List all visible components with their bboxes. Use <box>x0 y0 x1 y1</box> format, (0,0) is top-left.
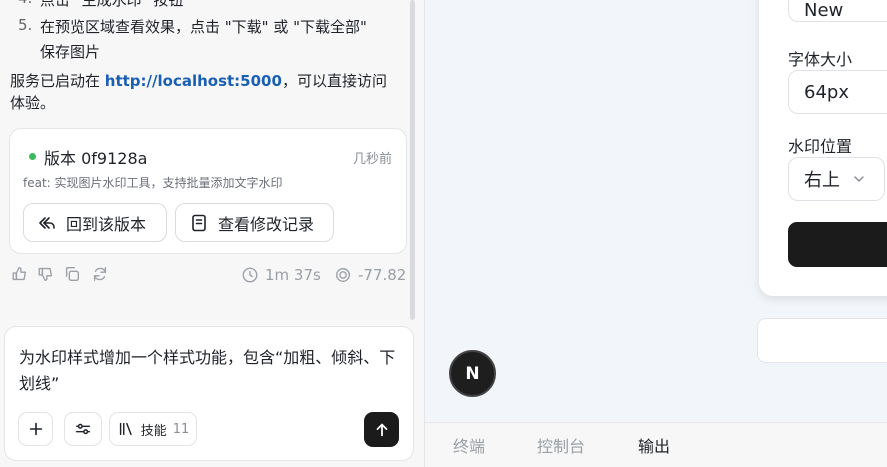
server-suffix: ，可以直接访问 <box>281 72 387 90</box>
server-line2: 体验。 <box>10 94 56 112</box>
send-button[interactable] <box>364 412 399 447</box>
library-icon <box>119 422 132 436</box>
copy-icon[interactable] <box>62 264 82 284</box>
thumbs-down-icon[interactable] <box>36 264 56 284</box>
document-icon <box>188 212 210 234</box>
chat-scrollbar[interactable] <box>410 0 415 320</box>
chevron-down-icon <box>852 172 866 186</box>
composer-input[interactable]: 为水印样式增加一个样式功能，包含“加粗、倾斜、下划线” <box>19 345 399 397</box>
localhost-link[interactable]: http://localhost:5000 <box>105 72 282 90</box>
server-message: 服务已启动在 http://localhost:5000，可以直接访问 体验。 <box>10 70 405 114</box>
tab-console[interactable]: 控制台 <box>537 433 585 457</box>
arrow-up-icon <box>376 423 387 436</box>
skills-button[interactable]: 技能 11 <box>109 412 197 446</box>
undo-icon <box>36 212 58 234</box>
server-prefix: 服务已启动在 <box>10 72 105 90</box>
message-composer[interactable]: 为水印样式增加一个样式功能，包含“加粗、倾斜、下划线” 技能 11 <box>4 326 414 461</box>
font-family-select[interactable]: Times New <box>788 0 887 22</box>
step-text: 在预览区域查看效果，点击 "下载" 或 "下载全部" <box>40 18 367 36</box>
version-time: 几秒前 <box>352 152 392 167</box>
font-size-label: 字体大小 <box>788 50 853 69</box>
plus-icon <box>29 422 42 436</box>
settings-button[interactable] <box>64 412 102 446</box>
step-text: 保存图片 <box>40 43 101 61</box>
refresh-icon[interactable] <box>90 264 110 284</box>
next-badge[interactable]: N <box>449 350 496 397</box>
version-title: 版本 0f9128a <box>44 149 148 168</box>
generate-button[interactable] <box>788 222 887 267</box>
font-size-input[interactable]: 64px <box>788 70 887 114</box>
version-card: 版本 0f9128a 几秒前 feat: 实现图片水印工具，支持批量添加文字水印… <box>9 128 407 254</box>
revert-button[interactable]: 回到该版本 <box>23 203 167 242</box>
clock-icon <box>242 267 258 283</box>
tab-terminal[interactable]: 终端 <box>453 433 485 457</box>
skills-count: 11 <box>172 421 190 437</box>
position-select[interactable]: 右上 <box>788 157 885 201</box>
step-text: 点击 "生成水印" 按钮 <box>40 0 184 9</box>
add-button[interactable] <box>18 412 53 446</box>
score-value: -77.82 <box>358 266 407 284</box>
thumbs-up-icon[interactable] <box>10 264 30 284</box>
preview-card <box>757 318 887 363</box>
duration-meta: 1m 37s <box>241 266 321 284</box>
position-label: 水印位置 <box>788 137 853 156</box>
chat-panel: 4. 点击 "生成水印" 按钮 5. 在预览区域查看效果，点击 "下载" 或 "… <box>0 0 424 467</box>
status-dot <box>29 153 36 160</box>
step-number: 4. <box>18 0 32 7</box>
sliders-icon <box>75 423 91 435</box>
duration-value: 1m 37s <box>265 266 321 284</box>
step-number: 5. <box>18 16 33 34</box>
tab-output[interactable]: 输出 <box>638 433 670 457</box>
position-value: 右上 <box>804 170 840 191</box>
version-description: feat: 实现图片水印工具，支持批量添加文字水印 <box>23 176 283 190</box>
skills-label: 技能 <box>140 423 167 439</box>
view-changes-button[interactable]: 查看修改记录 <box>175 203 334 242</box>
bottom-tab-bar: 终端 控制台 输出 <box>425 422 887 467</box>
spiral-icon <box>336 268 350 282</box>
score-meta: -77.82 <box>334 266 406 284</box>
message-actions: 1m 37s -77.82 <box>10 264 410 286</box>
font-family-value: Times New <box>804 0 844 21</box>
font-size-value: 64px <box>804 81 849 103</box>
changes-label: 查看修改记录 <box>218 214 315 234</box>
revert-label: 回到该版本 <box>66 214 147 234</box>
